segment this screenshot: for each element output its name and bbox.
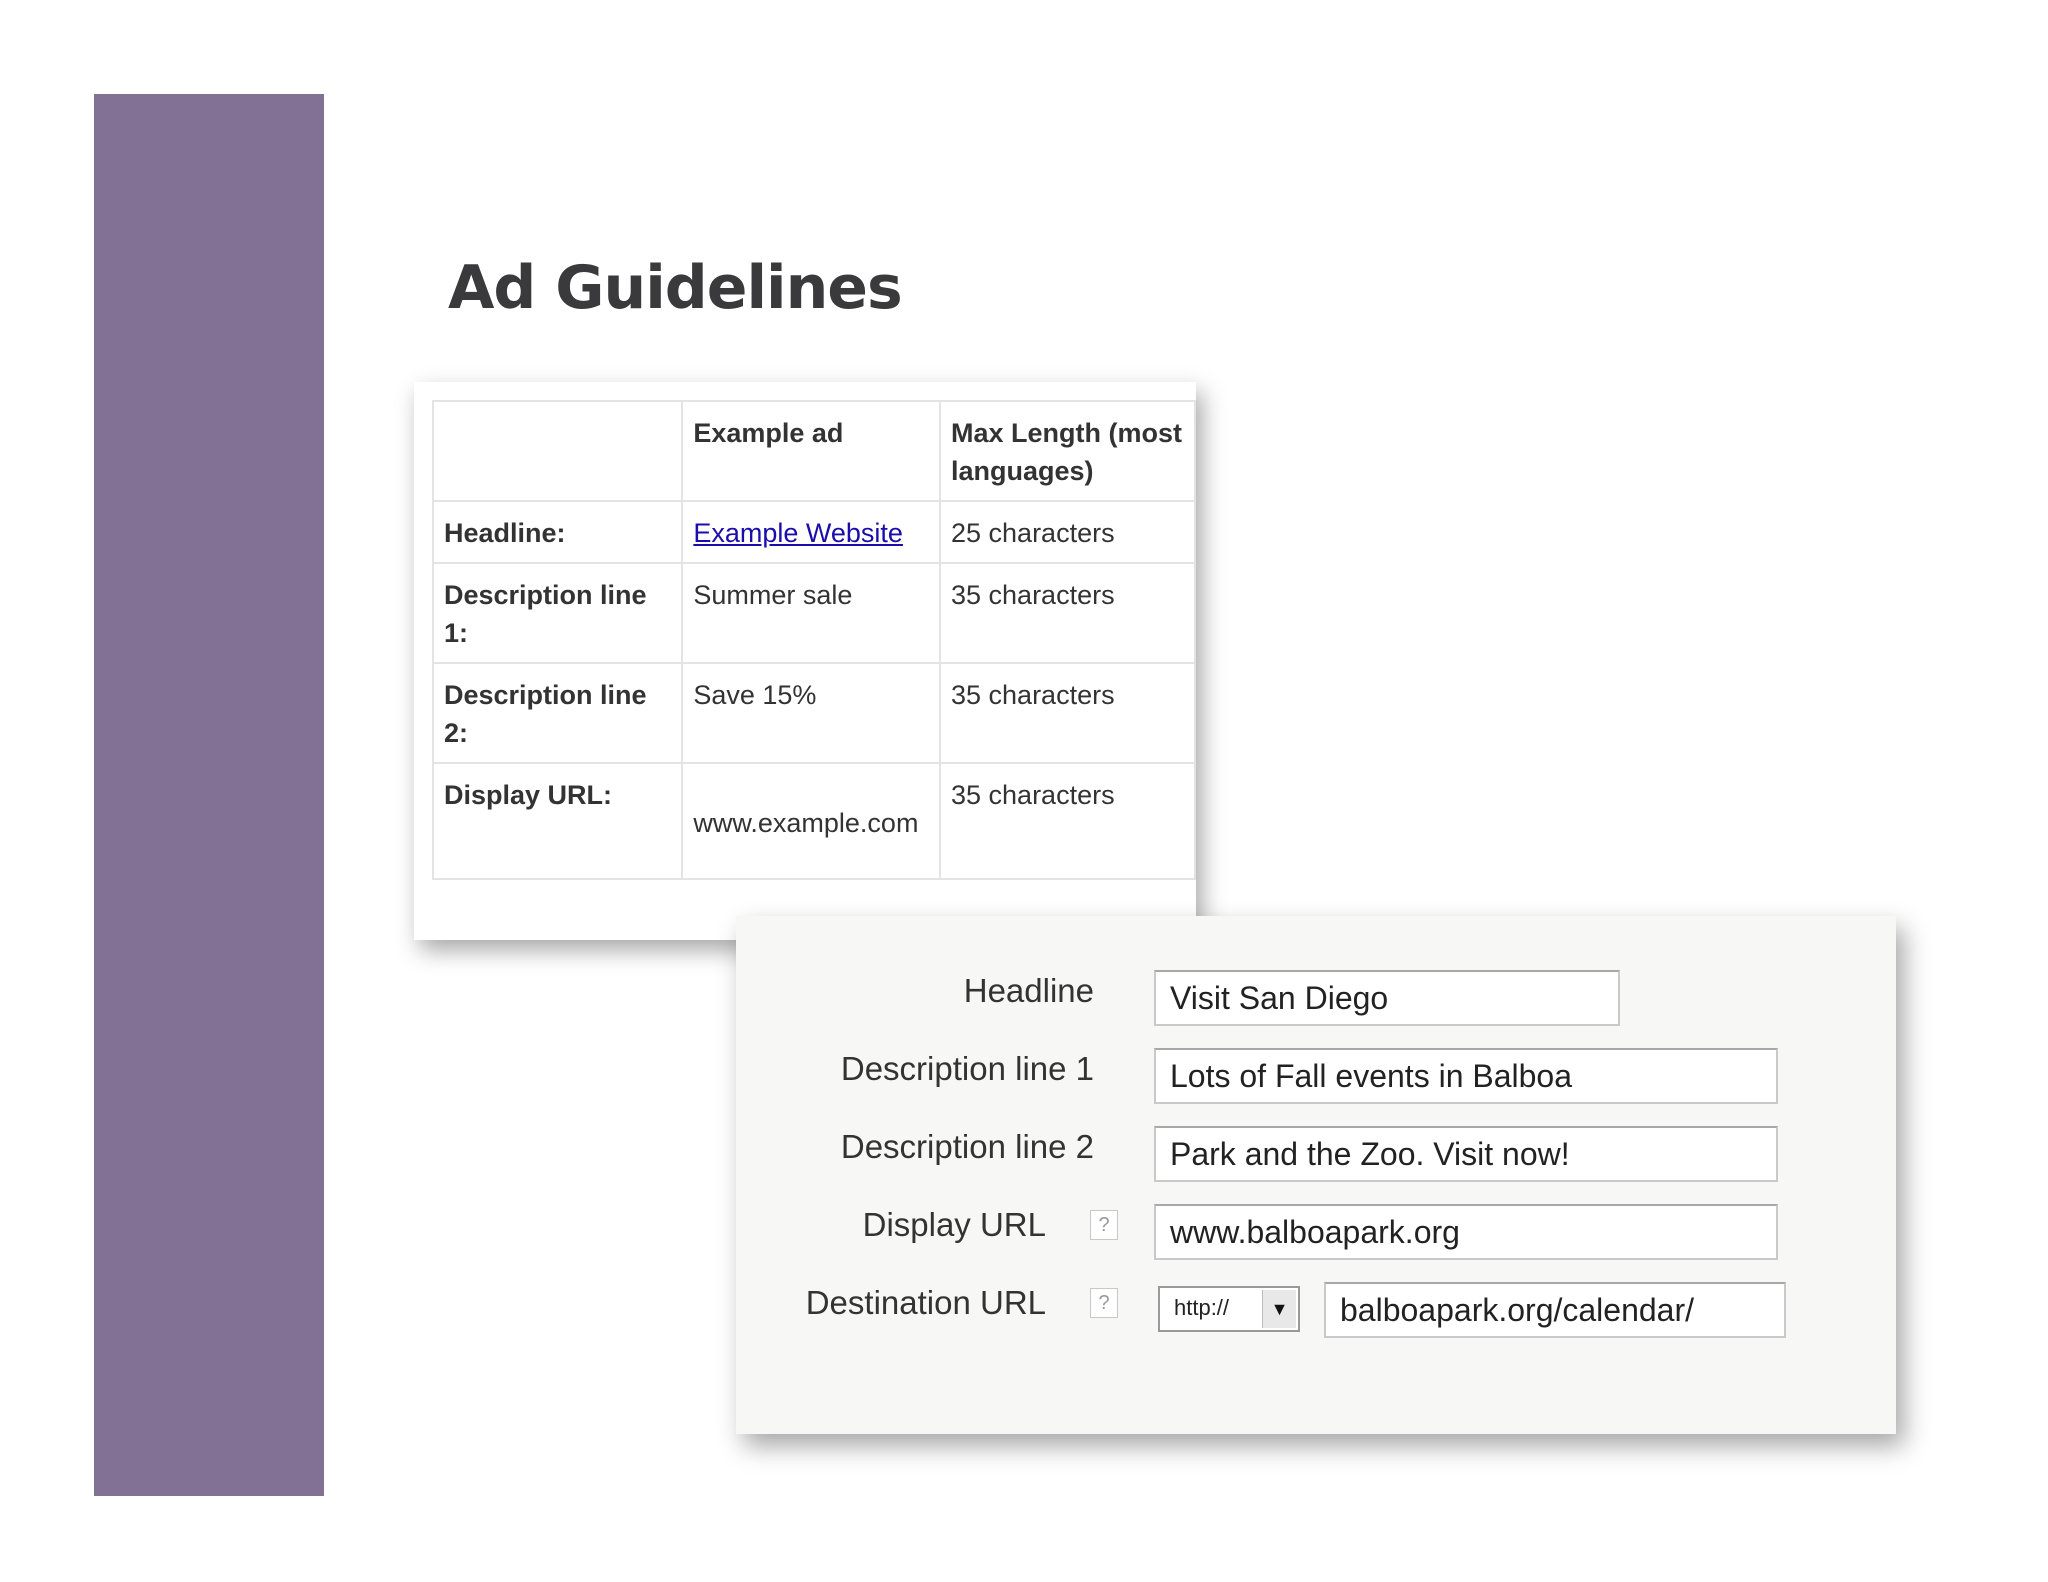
max-length-cell: 35 characters [939, 562, 1196, 664]
protocol-select[interactable]: http:// ▼ [1158, 1286, 1300, 1332]
description-line-1-row: Description line 1 [736, 1048, 1896, 1108]
destination-url-label: Destination URL [805, 1284, 1046, 1321]
display-url-help-icon[interactable]: ? [1090, 1210, 1118, 1240]
chevron-down-icon[interactable]: ▼ [1262, 1290, 1296, 1328]
destination-url-help-icon[interactable]: ? [1090, 1288, 1118, 1318]
example-website-link[interactable]: Example Website [693, 518, 903, 548]
description-line-2-label: Description line 2 [840, 1128, 1094, 1165]
guidelines-table: Example ad Max Length (most languages) H… [431, 400, 1196, 880]
ad-form-card: Headline Description line 1 Description … [736, 916, 1896, 1434]
table-row: Description line 1: Summer sale 35 chara… [431, 562, 1196, 664]
row-label: Description line 1: [431, 562, 684, 664]
description-line-2-row: Description line 2 [736, 1126, 1896, 1186]
max-length-cell: 35 characters [939, 662, 1196, 764]
example-cell: Example Website [681, 500, 941, 564]
accent-sidebar [94, 94, 324, 1496]
description-line-1-label: Description line 1 [840, 1050, 1094, 1087]
destination-url-input[interactable] [1324, 1282, 1786, 1338]
row-label: Display URL: [431, 762, 684, 880]
guidelines-table-card: Example ad Max Length (most languages) H… [414, 382, 1196, 940]
example-cell: Save 15% [681, 662, 941, 764]
example-cell: Summer sale [681, 562, 941, 664]
max-length-cell: 35 characters [939, 762, 1196, 880]
display-url-row: Display URL ? [736, 1204, 1896, 1264]
destination-url-row: Destination URL ? http:// ▼ [736, 1282, 1896, 1342]
headline-row: Headline [736, 970, 1896, 1030]
display-url-input[interactable] [1154, 1204, 1778, 1260]
page-title: Ad Guidelines [448, 253, 903, 323]
table-row: Headline: Example Website 25 characters [431, 500, 1196, 564]
example-cell: www.example.com [681, 762, 941, 880]
column-header-max-length: Max Length (most languages) [939, 400, 1196, 502]
headline-input[interactable] [1154, 970, 1620, 1026]
column-header-example: Example ad [681, 400, 941, 502]
row-label: Headline: [431, 500, 684, 564]
table-row: Description line 2: Save 15% 35 characte… [431, 662, 1196, 764]
display-url-label: Display URL [862, 1206, 1046, 1243]
headline-label: Headline [963, 972, 1094, 1009]
table-row: Display URL: www.example.com 35 characte… [431, 762, 1196, 880]
description-line-2-input[interactable] [1154, 1126, 1778, 1182]
description-line-1-input[interactable] [1154, 1048, 1778, 1104]
protocol-selected-value: http:// [1174, 1295, 1230, 1320]
column-header-field [431, 400, 684, 502]
row-label: Description line 2: [431, 662, 684, 764]
table-header-row: Example ad Max Length (most languages) [431, 400, 1196, 502]
max-length-cell: 25 characters [939, 500, 1196, 564]
